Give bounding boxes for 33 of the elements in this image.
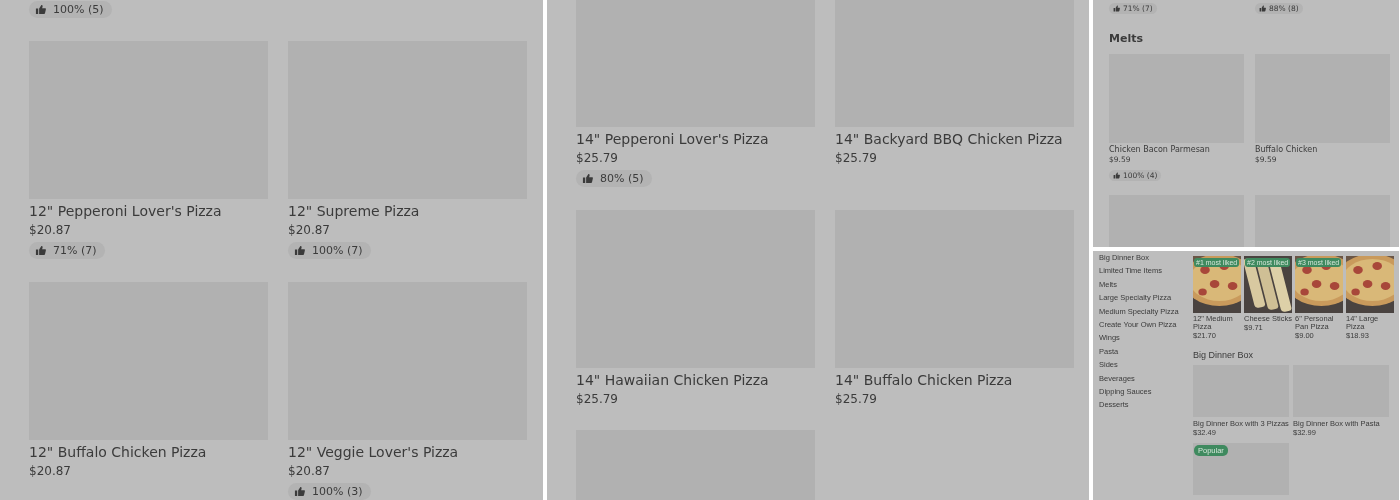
section-heading: Melts	[1109, 32, 1144, 46]
thumbs-up-icon	[1259, 5, 1266, 12]
item-price: $20.87	[29, 463, 72, 480]
rating-text: 71% (7)	[53, 244, 97, 257]
thumbs-up-icon	[35, 4, 46, 15]
thumbs-up-icon	[35, 245, 46, 256]
thumbs-up-icon	[582, 173, 593, 184]
item-name: 12" Pepperoni Lover's Pizza	[29, 202, 223, 220]
item-price: $25.79	[835, 391, 878, 408]
item-price: $20.87	[29, 222, 72, 239]
item-name: Chicken Bacon Parmesan	[1109, 145, 1211, 155]
rating-text: 100% (7)	[312, 244, 363, 257]
item-name: 12" Supreme Pizza	[288, 202, 421, 220]
thumbs-up-icon	[294, 245, 305, 256]
item-price: $25.79	[835, 150, 878, 167]
thumbs-up-icon	[1113, 5, 1120, 12]
item-name: 14" Pepperoni Lover's Pizza	[576, 130, 770, 148]
item-name: 12" Buffalo Chicken Pizza	[29, 443, 208, 461]
item-price: $25.79	[576, 391, 619, 408]
item-name: 12" Veggie Lover's Pizza	[288, 443, 460, 461]
item-name: Buffalo Chicken	[1255, 145, 1319, 155]
item-name: 14" Buffalo Chicken Pizza	[835, 371, 1014, 389]
item-price: $20.87	[288, 463, 331, 480]
thumbs-up-icon	[294, 486, 305, 497]
item-price: $20.87	[288, 222, 331, 239]
thumbs-up-icon	[1113, 172, 1120, 179]
rating-text: 80% (5)	[600, 172, 644, 185]
rating-text: 100% (5)	[53, 3, 104, 16]
item-price: $25.79	[576, 150, 619, 167]
item-name: 14" Backyard BBQ Chicken Pizza	[835, 130, 1064, 148]
section-heading: Big Dinner Box	[1193, 350, 1255, 361]
item-name: 14" Hawaiian Chicken Pizza	[576, 371, 770, 389]
rating-text: 100% (3)	[312, 485, 363, 498]
